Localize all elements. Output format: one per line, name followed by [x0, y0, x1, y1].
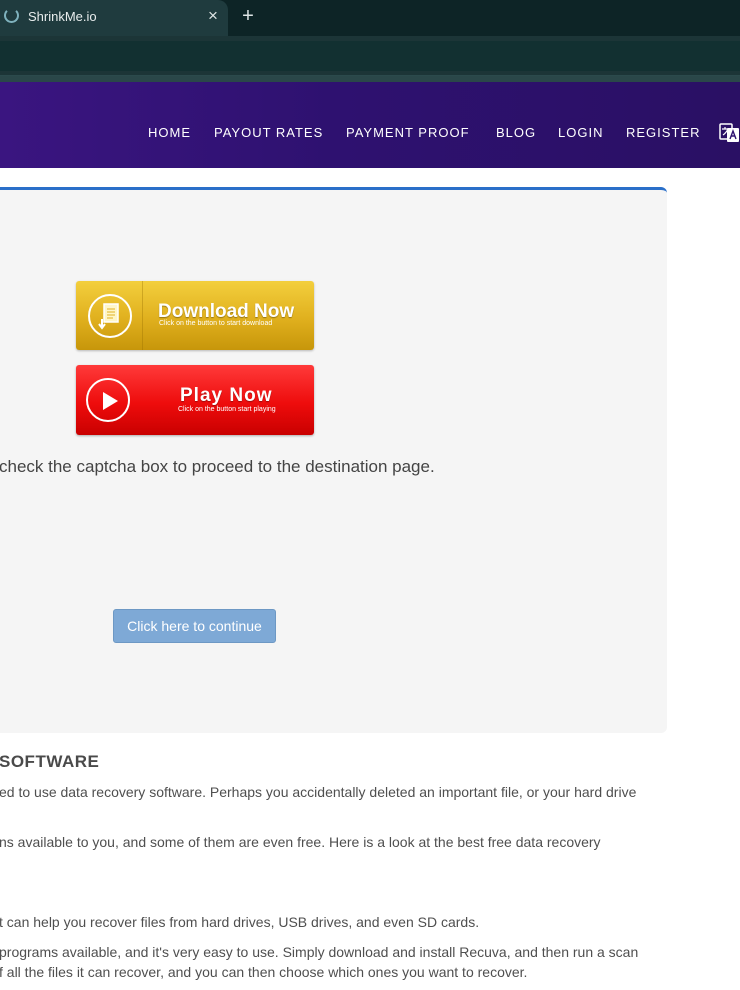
play-now-title: Play Now	[180, 385, 273, 406]
play-now-subtitle: Click on the button start playing	[178, 406, 276, 413]
tab-title: ShrinkMe.io	[28, 9, 97, 24]
translate-icon[interactable]	[718, 122, 740, 144]
nav-payment-proof[interactable]: PAYMENT PROOF	[346, 125, 470, 140]
browser-tab-strip: ShrinkMe.io × +	[0, 0, 740, 36]
article-paragraph: t can help you recover files from hard d…	[0, 914, 480, 930]
play-now-ad-button[interactable]: Play Now Click on the button start playi…	[76, 365, 314, 435]
loading-spinner-icon	[4, 8, 19, 23]
captcha-instruction: check the captcha box to proceed to the …	[0, 457, 435, 476]
nav-payout-rates[interactable]: PAYOUT RATES	[214, 125, 323, 140]
site-navigation: HOME PAYOUT RATES PAYMENT PROOF BLOG LOG…	[0, 82, 740, 168]
nav-register[interactable]: REGISTER	[626, 125, 700, 140]
close-tab-icon[interactable]: ×	[205, 7, 221, 25]
download-now-ad-button[interactable]: Download Now Click on the button to star…	[76, 281, 314, 350]
browser-toolbar	[0, 36, 740, 76]
article-paragraph: programs available, and it's very easy t…	[0, 944, 639, 960]
article-paragraph: ns available to you, and some of them ar…	[0, 834, 601, 850]
play-icon	[103, 392, 118, 410]
article-heading: SOFTWARE	[0, 752, 100, 771]
browser-tab[interactable]: ShrinkMe.io ×	[0, 0, 228, 36]
download-now-subtitle: Click on the button to start download	[159, 320, 273, 327]
new-tab-icon[interactable]: +	[239, 5, 257, 27]
article-paragraph: f all the files it can recover, and you …	[0, 964, 528, 980]
nav-home[interactable]: HOME	[148, 125, 191, 140]
nav-login[interactable]: LOGIN	[558, 125, 603, 140]
download-divider	[142, 281, 143, 350]
continue-button[interactable]: Click here to continue	[113, 609, 276, 643]
address-bar[interactable]	[0, 41, 740, 71]
article-paragraph: ed to use data recovery software. Perhap…	[0, 784, 637, 800]
nav-blog[interactable]: BLOG	[496, 125, 536, 140]
document-download-icon	[98, 303, 119, 330]
